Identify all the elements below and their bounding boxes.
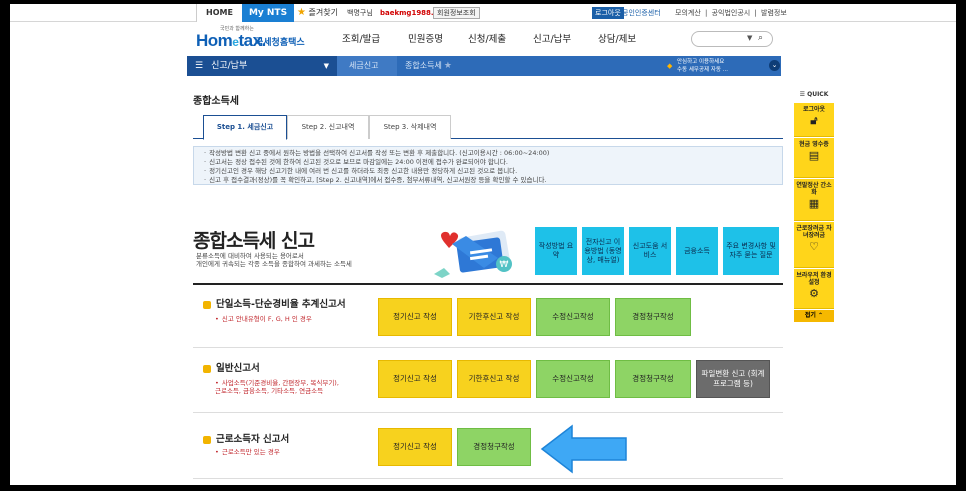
heart-icon: ♡ xyxy=(809,240,819,253)
bullet-icon xyxy=(203,300,211,309)
notice-icon: ◆ xyxy=(667,62,673,70)
file-conversion-button[interactable]: 파일변환 신고 (회계 프로그램 등) xyxy=(696,360,770,398)
arrow-left-icon xyxy=(540,424,627,474)
tab-step3[interactable]: Step 3. 삭제내역 xyxy=(369,115,451,139)
cert-center-link[interactable]: 공인인증센터 xyxy=(622,4,661,22)
section-note: 근로소득만 있는 경우 xyxy=(215,448,280,456)
notice-item: 작성방법 변환 신고 중에서 원하는 방법을 선택하여 신고서를 작성 또는 변… xyxy=(204,149,782,158)
notice-line-2: 수동 세무공제 자동 ... xyxy=(677,67,728,73)
tax-illustration-icon: ₩ xyxy=(434,230,512,278)
member-info-button[interactable]: 회원정보조회 xyxy=(433,7,480,19)
page-root: HOME My NTS ★ 즐겨찾기 백명구님 baekmg1988... 회원… xyxy=(0,0,966,491)
home-link[interactable]: HOME xyxy=(196,4,242,22)
section-heading: 종합소득세 신고 xyxy=(193,230,315,252)
top-utility-bar: HOME My NTS ★ 즐겨찾기 백명구님 baekmg1988... 회원… xyxy=(10,4,956,22)
menu-item-application[interactable]: 신청/제출 xyxy=(468,23,506,57)
quick-btn-help-service[interactable]: 신고도움 서비스 xyxy=(629,227,671,275)
user-id: baekmg1988... xyxy=(380,9,439,17)
browser-viewport: HOME My NTS ★ 즐겨찾기 백명구님 baekmg1988... 회원… xyxy=(10,4,956,485)
lock-icon: 🔓︎ xyxy=(810,114,818,127)
refund-claim-button[interactable]: 경정청구작성 xyxy=(615,298,691,336)
menu-item-inquiry[interactable]: 조회/발급 xyxy=(342,23,380,57)
quick-close-button[interactable]: 접기 ⌃ xyxy=(794,310,834,322)
star-icon: ★ xyxy=(297,7,306,18)
gear-icon: ⚙ xyxy=(809,287,819,300)
receipt-icon: ▤ xyxy=(808,149,820,162)
favorites-label: 즐겨찾기 xyxy=(308,8,338,17)
notice-ticker[interactable]: ◆ 안심하고 이용하세요 수동 세무공제 자동 ... xyxy=(667,58,763,74)
section-note: 신고 안내유형이 F, G, H 인 경우 xyxy=(215,315,312,323)
section-title-earned-income: 근로소득자 신고서 xyxy=(203,431,289,445)
quick-btn-guide[interactable]: 전자신고 이용방법 (동영상, 매뉴얼) xyxy=(582,227,624,275)
chevron-down-icon: ▼ xyxy=(323,62,329,70)
section-title-general: 일반신고서 xyxy=(203,360,260,374)
breadcrumb-menu[interactable]: ☰ 신고/납부 ▼ xyxy=(187,56,337,76)
notice-item: 신고 후 접수결과(정상)를 꼭 확인하고, [Step 2. 신고내역]에서 … xyxy=(204,176,782,185)
menu-item-certificate[interactable]: 민원증명 xyxy=(408,23,443,57)
late-filing-button[interactable]: 기한후신고 작성 xyxy=(457,298,531,336)
quick-cash-receipt[interactable]: 현금 영수증 ▤ xyxy=(794,138,834,178)
row-divider xyxy=(193,478,783,479)
mynts-link[interactable]: My NTS xyxy=(242,4,294,22)
amended-filing-button[interactable]: 수정신고작성 xyxy=(536,360,610,398)
site-header: 국민과 함께하는 Hometax. 국세청홈택스 조회/발급 민원증명 신청/제… xyxy=(10,23,956,57)
quick-btn-summary[interactable]: 작성방법 요약 xyxy=(535,227,577,275)
refund-claim-button[interactable]: 경정청구작성 xyxy=(615,360,691,398)
bullet-icon xyxy=(203,364,211,373)
calculator-icon: ▦ xyxy=(808,197,820,210)
breadcrumb-menu-label: 신고/납부 xyxy=(211,61,248,71)
search-icon[interactable]: ⌕ xyxy=(758,33,763,43)
menu-item-consult[interactable]: 상담/제보 xyxy=(598,23,636,57)
quick-header: ☰ QUICK xyxy=(799,91,829,98)
tab-step2[interactable]: Step 2. 신고내역 xyxy=(287,115,369,139)
quick-btn-faq[interactable]: 주요 변경사항 및 자주 묻는 질문 xyxy=(723,227,779,275)
regular-filing-button[interactable]: 정기신고 작성 xyxy=(378,428,452,466)
section-note: 사업소득(기준경비율, 간편장부, 복식부기),근로소득, 금융소득, 기타소득… xyxy=(215,379,339,395)
search-input[interactable]: ▼ ⌕ xyxy=(691,31,773,47)
chevron-down-icon[interactable]: ⌄ xyxy=(769,60,780,71)
section-divider xyxy=(193,283,783,285)
breadcrumb-bar: ☰ 신고/납부 ▼ 세금신고 종합소득세 ★ ◆ 안심하고 이용하세요 수동 세무공… xyxy=(187,56,781,76)
chevron-down-icon[interactable]: ▼ xyxy=(747,34,752,42)
utility-links[interactable]: 모의계산 | 공익법인공시 | 발렴정보 xyxy=(675,4,787,22)
logo-korean: 국세청홈택스 xyxy=(255,38,305,48)
section-description: 분류소득에 대비하여 사용되는 용어로서 개인에게 귀속되는 각종 소득을 종합… xyxy=(196,252,352,268)
star-icon[interactable]: ★ xyxy=(444,61,452,71)
favorites-link[interactable]: ★ 즐겨찾기 xyxy=(297,4,338,22)
refund-claim-button[interactable]: 경정청구작성 xyxy=(457,428,531,466)
amended-filing-button[interactable]: 수정신고작성 xyxy=(536,298,610,336)
late-filing-button[interactable]: 기한후신고 작성 xyxy=(457,360,531,398)
quick-browser-settings[interactable]: 브라우저 환경설정 ⚙ xyxy=(794,269,834,309)
quick-logout[interactable]: 로그아웃 🔓︎ xyxy=(794,103,834,137)
quick-btn-financial-income[interactable]: 금융소득 xyxy=(676,227,718,275)
hamburger-icon: ☰ xyxy=(195,61,204,71)
notice-box: 작성방법 변환 신고 중에서 원하는 방법을 선택하여 신고서를 작성 또는 변… xyxy=(193,146,783,185)
tab-step1[interactable]: Step 1. 세금신고 xyxy=(203,115,287,140)
step-tabs: Step 1. 세금신고 Step 2. 신고내역 Step 3. 삭제내역 xyxy=(193,115,783,140)
menu-item-filing[interactable]: 신고/납부 xyxy=(533,23,571,57)
quick-year-end[interactable]: 연말정산 간소화 ▦ xyxy=(794,179,834,221)
page-title: 종합소득세 xyxy=(193,96,239,107)
notice-item: 정기신고인 경우 해당 신고기한 내에 여러 번 신고를 하더라도 최종 신고한… xyxy=(204,167,782,176)
user-name: 백명구님 xyxy=(347,9,373,17)
regular-filing-button[interactable]: 정기신고 작성 xyxy=(378,360,452,398)
bullet-icon xyxy=(203,435,211,444)
notice-line-1: 안심하고 이용하세요 xyxy=(677,59,725,65)
breadcrumb-income-tax[interactable]: 종합소득세 ★ xyxy=(405,56,452,76)
row-divider xyxy=(193,412,783,413)
breadcrumb-tax-filing[interactable]: 세금신고 xyxy=(337,56,397,76)
notice-item: 신고서는 정상 접수된 것에 한하여 신고된 것으로 보므로 마감일에는 24:… xyxy=(204,158,782,167)
row-divider xyxy=(193,347,783,348)
svg-text:₩: ₩ xyxy=(500,260,509,270)
logout-button[interactable]: 로그아웃 xyxy=(592,7,624,19)
quick-incentive[interactable]: 근로장려금 자녀장려금 ♡ xyxy=(794,222,834,268)
section-title-simple: 단일소득-단순경비율 추계신고서 xyxy=(203,296,346,310)
regular-filing-button[interactable]: 정기신고 작성 xyxy=(378,298,452,336)
